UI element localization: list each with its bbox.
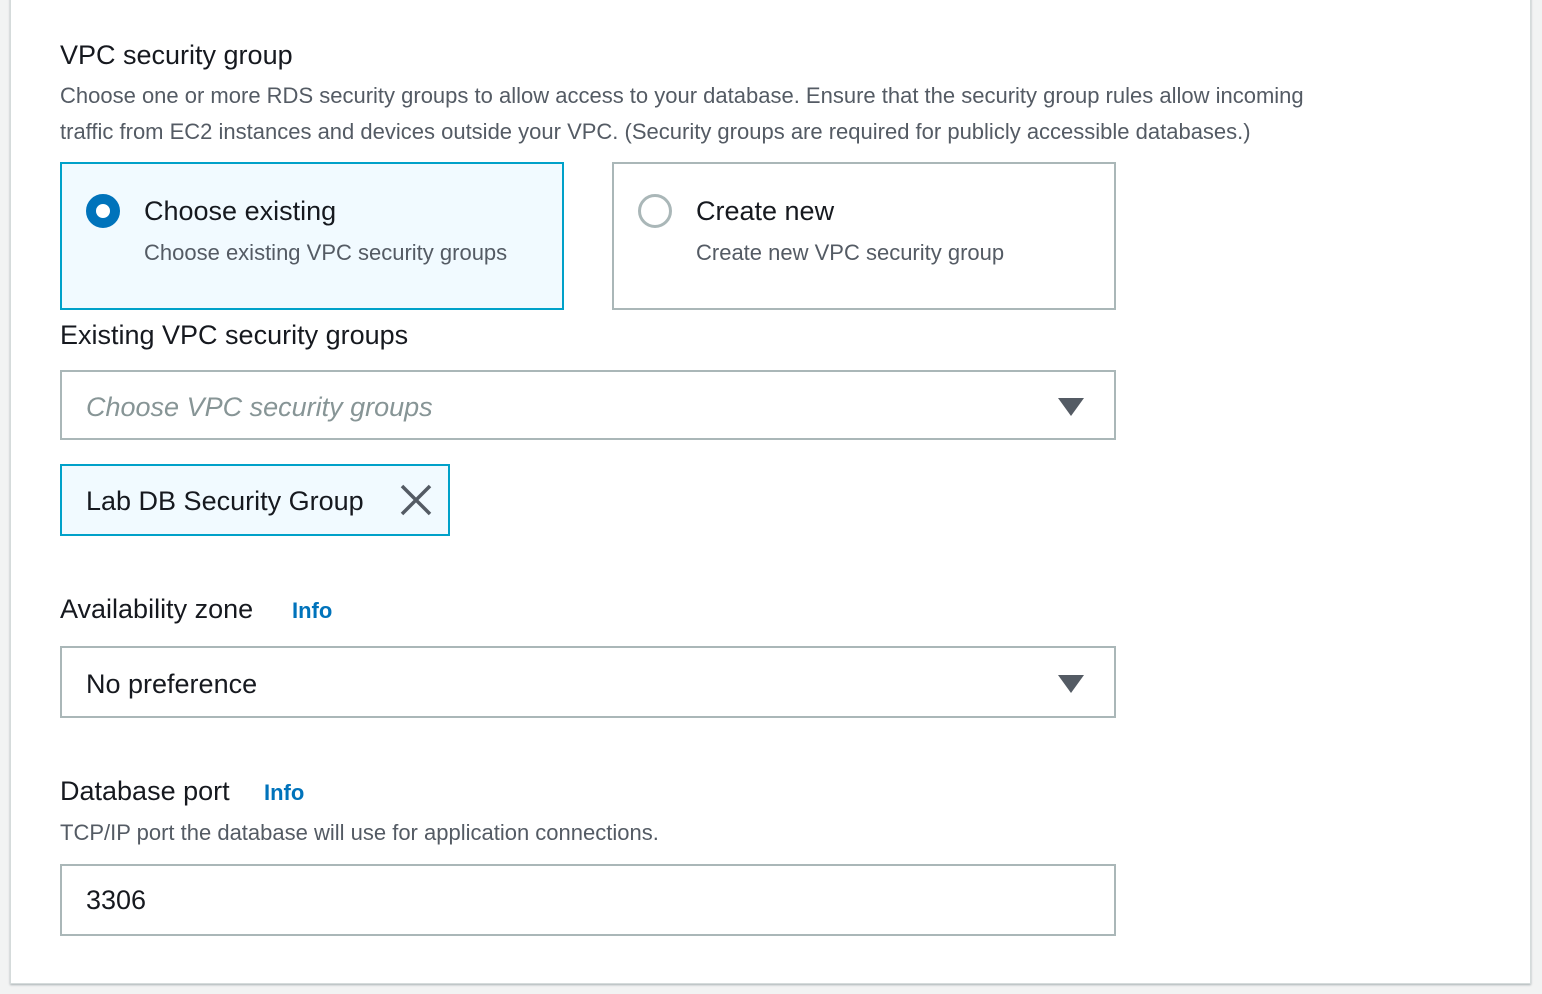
database-port-input[interactable] — [60, 864, 1116, 936]
create-new-tile[interactable]: Create new Create new VPC security group — [612, 162, 1116, 310]
existing-groups-label: Existing VPC security groups — [60, 320, 409, 350]
availability-zone-value: No preference — [86, 669, 258, 699]
availability-zone-info-link[interactable]: Info — [292, 598, 332, 624]
choose-existing-title: Choose existing — [144, 196, 337, 226]
vpc-security-group-description: Choose one or more RDS security groups t… — [60, 78, 1480, 150]
database-port-label: Database port — [60, 776, 230, 806]
security-groups-placeholder: Choose VPC security groups — [86, 392, 433, 422]
token-label: Lab DB Security Group — [86, 486, 364, 516]
database-port-description: TCP/IP port the database will use for ap… — [60, 820, 659, 845]
create-new-title: Create new — [696, 196, 835, 226]
create-new-subtitle: Create new VPC security group — [696, 240, 1005, 265]
security-group-token: Lab DB Security Group — [60, 464, 450, 536]
availability-zone-select[interactable]: No preference — [60, 646, 1116, 718]
radio-unselected[interactable] — [638, 194, 672, 228]
availability-zone-label: Availability zone — [60, 594, 254, 624]
caret-down-icon — [1058, 398, 1084, 416]
radio-selected[interactable] — [86, 194, 120, 228]
database-port-info-link[interactable]: Info — [264, 780, 304, 806]
choose-existing-subtitle: Choose existing VPC security groups — [144, 240, 508, 265]
description-line-2: traffic from EC2 instances and devices o… — [60, 119, 1251, 144]
choose-existing-tile[interactable]: Choose existing Choose existing VPC secu… — [60, 162, 564, 310]
close-icon[interactable] — [398, 482, 434, 518]
description-line-1: Choose one or more RDS security groups t… — [60, 83, 1304, 108]
vpc-security-group-label: VPC security group — [60, 40, 293, 70]
caret-down-icon — [1058, 675, 1084, 693]
security-groups-multiselect[interactable]: Choose VPC security groups — [60, 370, 1116, 440]
